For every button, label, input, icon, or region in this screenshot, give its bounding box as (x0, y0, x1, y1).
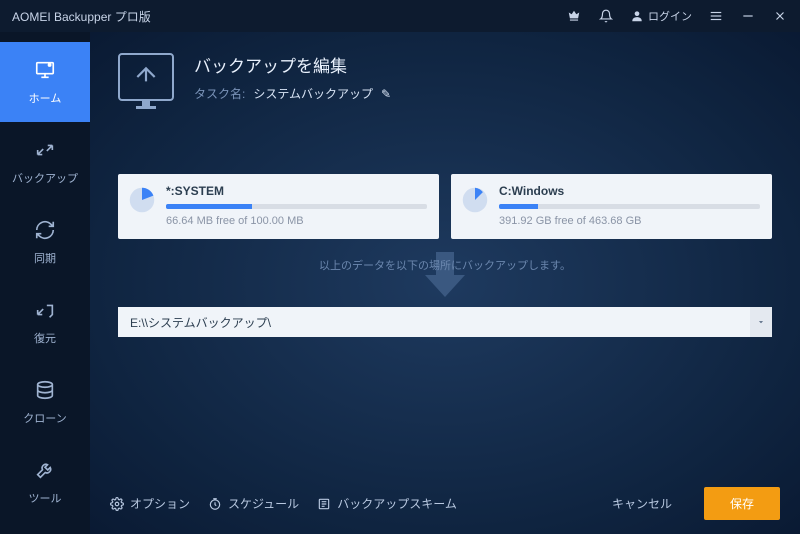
titlebar-controls: ログイン (566, 8, 788, 24)
scheme-label: バックアップスキーム (337, 495, 457, 512)
page-header: バックアップを編集 タスク名: システムバックアップ ✎ (90, 32, 800, 114)
menu-icon[interactable] (708, 8, 724, 24)
nav-backup[interactable]: バックアップ (0, 122, 90, 202)
login-label: ログイン (648, 8, 692, 24)
nav-restore[interactable]: 復元 (0, 282, 90, 362)
sync-icon (33, 218, 57, 242)
gear-icon (110, 497, 124, 511)
nav-label: ホーム (29, 90, 62, 106)
edit-icon[interactable]: ✎ (381, 87, 391, 101)
nav-clone[interactable]: クローン (0, 362, 90, 442)
source-drives: *:SYSTEM 66.64 MB free of 100.00 MB C:Wi… (118, 174, 772, 239)
drive-free: 66.64 MB free of 100.00 MB (166, 215, 427, 227)
sidebar: ホーム バックアップ 同期 復元 クローン ツール (0, 32, 90, 534)
pie-icon (461, 186, 489, 214)
page-title: バックアップを編集 (194, 52, 391, 77)
nav-sync[interactable]: 同期 (0, 202, 90, 282)
scheme-link[interactable]: バックアップスキーム (317, 495, 457, 512)
schedule-link[interactable]: スケジュール (208, 495, 299, 512)
cancel-button[interactable]: キャンセル (598, 487, 686, 520)
content-area: バックアップを編集 タスク名: システムバックアップ ✎ *:SYSTEM 66… (90, 32, 800, 534)
drive-free: 391.92 GB free of 463.68 GB (499, 215, 760, 227)
minimize-icon[interactable] (740, 8, 756, 24)
drive-card-windows[interactable]: C:Windows 391.92 GB free of 463.68 GB (451, 174, 772, 239)
nav-label: バックアップ (12, 170, 78, 186)
app-title: AOMEI Backupper プロ版 (12, 8, 566, 25)
share-monitor-icon (118, 53, 174, 101)
backup-icon (33, 138, 57, 162)
drive-name: *:SYSTEM (166, 184, 427, 198)
drive-name: C:Windows (499, 184, 760, 198)
progress-bar (166, 204, 427, 209)
titlebar: AOMEI Backupper プロ版 ログイン (0, 0, 800, 32)
chevron-down-icon (756, 317, 766, 327)
schedule-label: スケジュール (228, 495, 299, 512)
options-label: オプション (130, 495, 190, 512)
restore-icon (33, 298, 57, 322)
save-button[interactable]: 保存 (704, 487, 780, 520)
nav-label: 同期 (34, 250, 56, 266)
arrow-text: 以上のデータを以下の場所にバックアップします。 (319, 257, 571, 273)
monitor-icon (33, 58, 57, 82)
options-link[interactable]: オプション (110, 495, 190, 512)
tools-icon (33, 458, 57, 482)
destination-dropdown[interactable] (750, 307, 772, 337)
nav-label: 復元 (34, 330, 56, 346)
destination-input[interactable] (118, 307, 750, 337)
pie-icon (128, 186, 156, 214)
nav-label: クローン (23, 410, 66, 426)
nav-tools[interactable]: ツール (0, 442, 90, 522)
nav-home[interactable]: ホーム (0, 42, 90, 122)
login-button[interactable]: ログイン (630, 8, 692, 24)
nav-label: ツール (29, 490, 62, 506)
drive-card-system[interactable]: *:SYSTEM 66.64 MB free of 100.00 MB (118, 174, 439, 239)
clock-icon (208, 497, 222, 511)
destination-row (118, 307, 772, 337)
footer: オプション スケジュール バックアップスキーム キャンセル 保存 (90, 473, 800, 534)
task-label: タスク名: (194, 85, 245, 102)
bell-icon[interactable] (598, 8, 614, 24)
crown-icon[interactable] (566, 8, 582, 24)
arrow-down-icon (425, 275, 465, 297)
task-name: システムバックアップ (253, 85, 373, 102)
arrow-indicator: 以上のデータを以下の場所にバックアップします。 (319, 257, 571, 297)
close-icon[interactable] (772, 8, 788, 24)
scheme-icon (317, 497, 331, 511)
clone-icon (33, 378, 57, 402)
progress-bar (499, 204, 760, 209)
